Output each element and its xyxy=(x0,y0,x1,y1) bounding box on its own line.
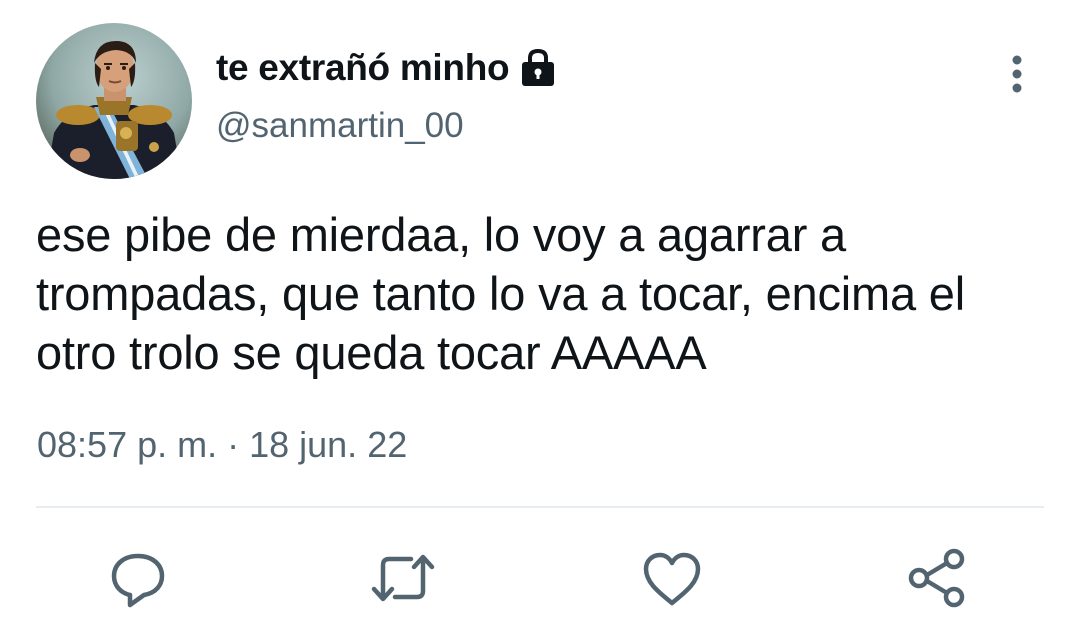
heart-icon xyxy=(643,552,701,606)
reply-icon xyxy=(111,553,165,608)
avatar[interactable] xyxy=(36,23,192,179)
tweet-timestamp[interactable]: 08:57 p. m. · 18 jun. 22 xyxy=(37,424,407,466)
lock-icon xyxy=(517,48,559,88)
retweet-icon xyxy=(371,554,435,602)
avatar-portrait xyxy=(36,23,192,179)
author-handle[interactable]: @sanmartin_00 xyxy=(216,106,464,146)
tweet-text: ese pibe de mierdaa, lo voy a agarrar a … xyxy=(36,208,965,379)
retweet-button[interactable] xyxy=(371,543,435,613)
author-row: te extrañó minho xyxy=(216,42,559,94)
share-button[interactable] xyxy=(905,543,969,613)
display-name[interactable]: te extrañó minho xyxy=(216,47,510,89)
reply-button[interactable] xyxy=(106,543,170,613)
like-button[interactable] xyxy=(640,543,704,613)
divider xyxy=(36,506,1044,508)
share-icon xyxy=(908,548,965,608)
more-vertical-icon[interactable] xyxy=(1000,52,1034,96)
